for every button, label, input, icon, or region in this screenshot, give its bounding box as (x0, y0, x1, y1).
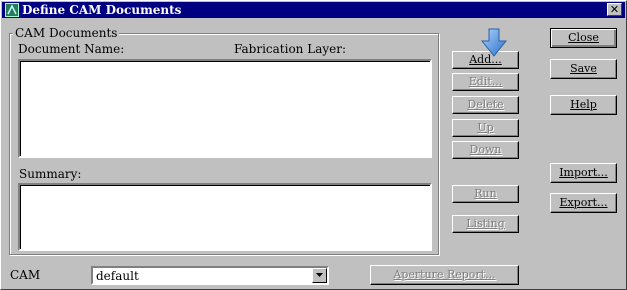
up-button[interactable]: Up (452, 119, 519, 137)
app-icon (5, 3, 19, 17)
run-button[interactable]: Run (452, 185, 519, 203)
up-button-label: Up (477, 121, 494, 134)
down-button[interactable]: Down (452, 141, 519, 159)
chevron-down-icon[interactable] (312, 268, 327, 283)
summary-label: Summary: (19, 167, 82, 181)
aperture-report-button-label: Aperture Report... (393, 268, 496, 281)
cam-label: CAM (10, 268, 41, 282)
help-button-label: Help (570, 98, 597, 111)
dialog-window: Define CAM Documents ✕ CAM Documents Doc… (0, 0, 627, 290)
help-button[interactable]: Help (550, 95, 617, 115)
fabrication-layer-label: Fabrication Layer: (234, 42, 347, 56)
save-button[interactable]: Save (550, 59, 617, 79)
pointer-cursor-icon (479, 27, 509, 59)
close-button-label: Close (568, 31, 599, 44)
import-button-label: Import... (559, 166, 608, 179)
group-title: CAM Documents (13, 26, 120, 40)
cam-select-value: default (96, 269, 139, 283)
export-button-label: Export... (559, 196, 608, 209)
export-button[interactable]: Export... (550, 193, 617, 213)
edit-button-label: Edit... (468, 75, 503, 88)
window-title: Define CAM Documents (22, 3, 182, 17)
document-name-label: Document Name: (18, 42, 125, 56)
down-button-label: Down (469, 143, 502, 156)
save-button-label: Save (570, 62, 597, 75)
close-button[interactable]: Close (550, 28, 617, 48)
edit-button[interactable]: Edit... (452, 73, 519, 91)
close-icon[interactable]: ✕ (607, 3, 622, 16)
aperture-report-button[interactable]: Aperture Report... (370, 265, 519, 285)
delete-button-label: Delete (467, 98, 504, 111)
listing-button-label: Listing (466, 217, 505, 230)
summary-box[interactable] (18, 183, 432, 251)
import-button[interactable]: Import... (550, 163, 617, 183)
run-button-label: Run (474, 187, 497, 200)
title-bar[interactable]: Define CAM Documents ✕ (2, 2, 625, 18)
document-list[interactable] (18, 59, 432, 158)
listing-button[interactable]: Listing (452, 215, 519, 233)
delete-button[interactable]: Delete (452, 96, 519, 114)
cam-select[interactable]: default (91, 266, 329, 285)
